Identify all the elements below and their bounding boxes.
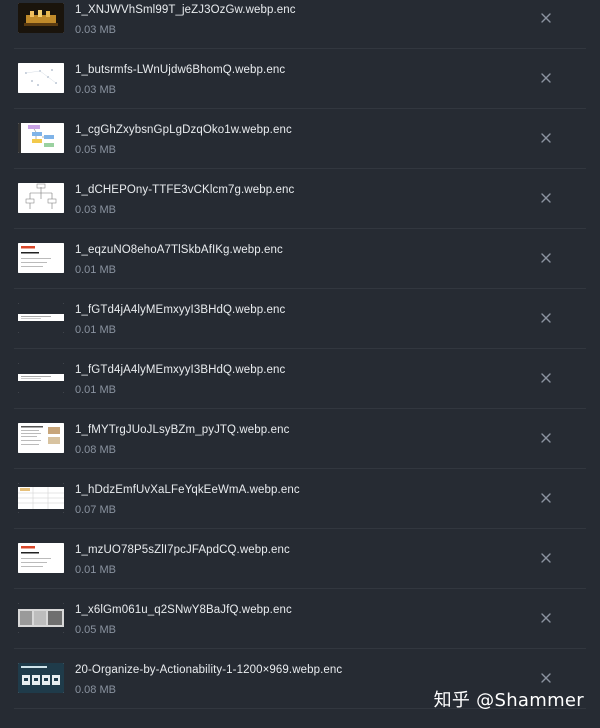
file-size: 0.03 MB (75, 24, 116, 36)
close-icon[interactable] (536, 668, 556, 688)
close-icon[interactable] (536, 8, 556, 28)
file-thumbnail (18, 123, 64, 153)
file-name: 1_fGTd4jA4lyMEmxyyI3BHdQ.webp.enc (75, 364, 286, 376)
file-size: 0.03 MB (75, 84, 116, 96)
file-name: 1_cgGhZxybsnGpLgDzqOko1w.webp.enc (75, 124, 292, 136)
file-list-item: 1_cgGhZxybsnGpLgDzqOko1w.webp.enc 0.05 MB (0, 108, 600, 169)
file-size: 0.08 MB (75, 684, 116, 696)
file-name: 1_dCHEPOny-TTFE3vCKlcm7g.webp.enc (75, 184, 295, 196)
file-thumbnail (18, 3, 64, 33)
file-list-item: 1_fGTd4jA4lyMEmxyyI3BHdQ.webp.enc 0.01 MB (0, 348, 600, 409)
file-list-item: 1_butsrmfs-LWnUjdw6BhomQ.webp.enc 0.03 MB (0, 48, 600, 109)
file-thumbnail (18, 483, 64, 513)
file-name: 20-Organize-by-Actionability-1-1200×969.… (75, 664, 343, 676)
file-size: 0.01 MB (75, 384, 116, 396)
close-icon[interactable] (536, 188, 556, 208)
watermark: 知乎 @Shammer (433, 690, 584, 711)
file-thumbnail (18, 183, 64, 213)
file-name: 1_eqzuNO8ehoA7TlSkbAfIKg.webp.enc (75, 244, 283, 256)
close-icon[interactable] (536, 548, 556, 568)
file-list-item: 1_mzUO78P5sZlI7pcJFApdCQ.webp.enc 0.01 MB (0, 528, 600, 589)
file-name: 1_butsrmfs-LWnUjdw6BhomQ.webp.enc (75, 64, 286, 76)
file-size: 0.05 MB (75, 624, 116, 636)
close-icon[interactable] (536, 308, 556, 328)
close-icon[interactable] (536, 368, 556, 388)
close-icon[interactable] (536, 488, 556, 508)
file-thumbnail (18, 363, 64, 393)
file-list: 1_XNJWVhSml99T_jeZJ3OzGw.webp.enc 0.03 MB… (0, 0, 600, 728)
close-icon[interactable] (536, 428, 556, 448)
file-thumbnail (18, 543, 64, 573)
close-icon[interactable] (536, 128, 556, 148)
file-size: 0.01 MB (75, 564, 116, 576)
file-list-item: 1_XNJWVhSml99T_jeZJ3OzGw.webp.enc 0.03 MB (0, 0, 600, 49)
file-name: 1_XNJWVhSml99T_jeZJ3OzGw.webp.enc (75, 4, 296, 16)
file-thumbnail (18, 63, 64, 93)
close-icon[interactable] (536, 608, 556, 628)
file-size: 0.07 MB (75, 504, 116, 516)
file-name: 1_x6lGm061u_q2SNwY8BaJfQ.webp.enc (75, 604, 292, 616)
file-name: 1_fGTd4jA4lyMEmxyyI3BHdQ.webp.enc (75, 304, 286, 316)
file-name: 1_mzUO78P5sZlI7pcJFApdCQ.webp.enc (75, 544, 290, 556)
file-list-item: 1_dCHEPOny-TTFE3vCKlcm7g.webp.enc 0.03 MB (0, 168, 600, 229)
file-name: 1_hDdzEmfUvXaLFeYqkEeWmA.webp.enc (75, 484, 300, 496)
file-list-item: 1_hDdzEmfUvXaLFeYqkEeWmA.webp.enc 0.07 MB (0, 468, 600, 529)
file-thumbnail (18, 303, 64, 333)
file-size: 0.03 MB (75, 204, 116, 216)
file-thumbnail (18, 603, 64, 633)
file-size: 0.01 MB (75, 324, 116, 336)
file-size: 0.08 MB (75, 444, 116, 456)
file-size: 0.05 MB (75, 144, 116, 156)
file-list-item: 1_fGTd4jA4lyMEmxyyI3BHdQ.webp.enc 0.01 MB (0, 288, 600, 349)
file-list-item: 1_x6lGm061u_q2SNwY8BaJfQ.webp.enc 0.05 MB (0, 588, 600, 649)
file-thumbnail (18, 243, 64, 273)
file-list-item: 1_eqzuNO8ehoA7TlSkbAfIKg.webp.enc 0.01 MB (0, 228, 600, 289)
file-list-item: 1_fMYTrgJUoJLsyBZm_pyJTQ.webp.enc 0.08 MB (0, 408, 600, 469)
file-size: 0.01 MB (75, 264, 116, 276)
file-name: 1_fMYTrgJUoJLsyBZm_pyJTQ.webp.enc (75, 424, 290, 436)
close-icon[interactable] (536, 248, 556, 268)
file-thumbnail (18, 663, 64, 693)
file-thumbnail (18, 423, 64, 453)
close-icon[interactable] (536, 68, 556, 88)
